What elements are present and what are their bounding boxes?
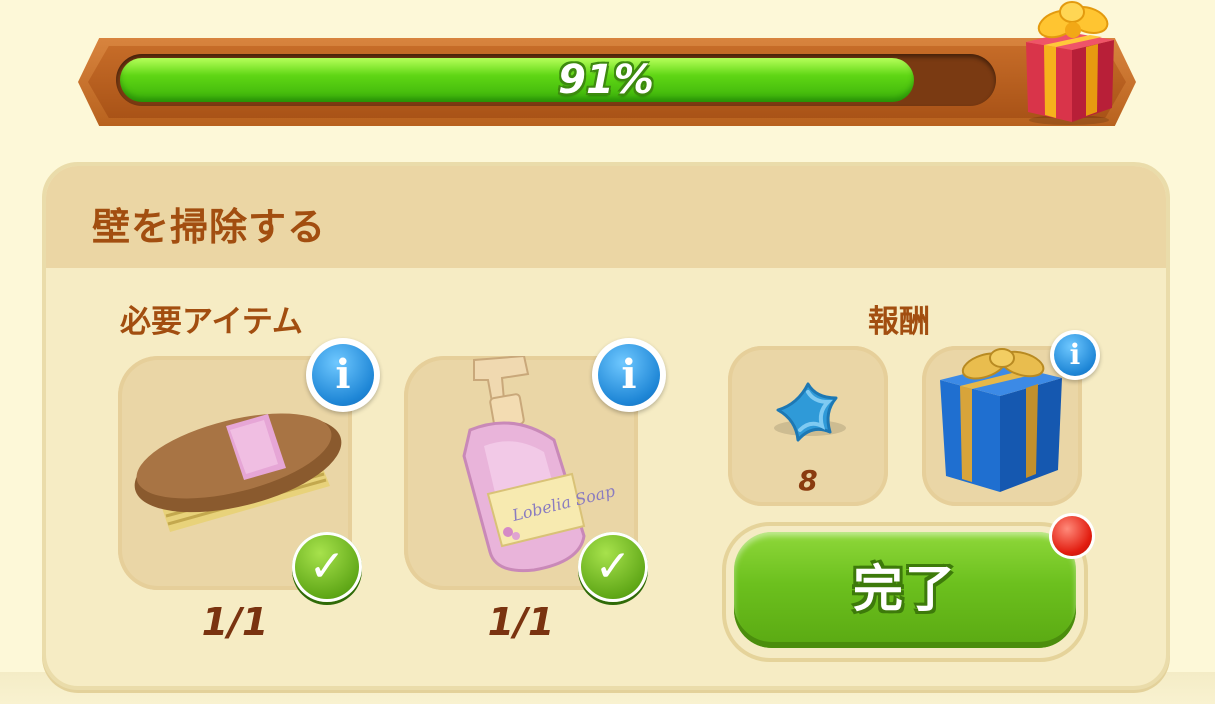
soap-count: 1/1: [487, 600, 555, 644]
notification-dot: [1052, 516, 1092, 556]
reward-label: 報酬: [868, 304, 930, 340]
brush-check-icon: ✓: [292, 532, 362, 602]
reward-gift-info-button[interactable]: i: [1050, 330, 1100, 380]
soap-info-button[interactable]: i: [592, 338, 666, 412]
reward-star-amount: 8: [798, 464, 818, 497]
task-panel-header: 壁を掃除する: [46, 166, 1166, 268]
brush-info-button[interactable]: i: [306, 338, 380, 412]
complete-button[interactable]: 完了: [726, 526, 1084, 658]
brush-count: 1/1: [201, 600, 269, 644]
complete-button-face[interactable]: 完了: [734, 532, 1076, 648]
progress-percent-label: 91%: [558, 57, 654, 103]
task-title: 壁を掃除する: [92, 205, 327, 249]
required-items-label: 必要アイテム: [120, 304, 303, 340]
complete-button-label: 完了: [853, 560, 957, 618]
soap-check-icon: ✓: [578, 532, 648, 602]
milestone-gift-icon[interactable]: [1014, 0, 1124, 126]
